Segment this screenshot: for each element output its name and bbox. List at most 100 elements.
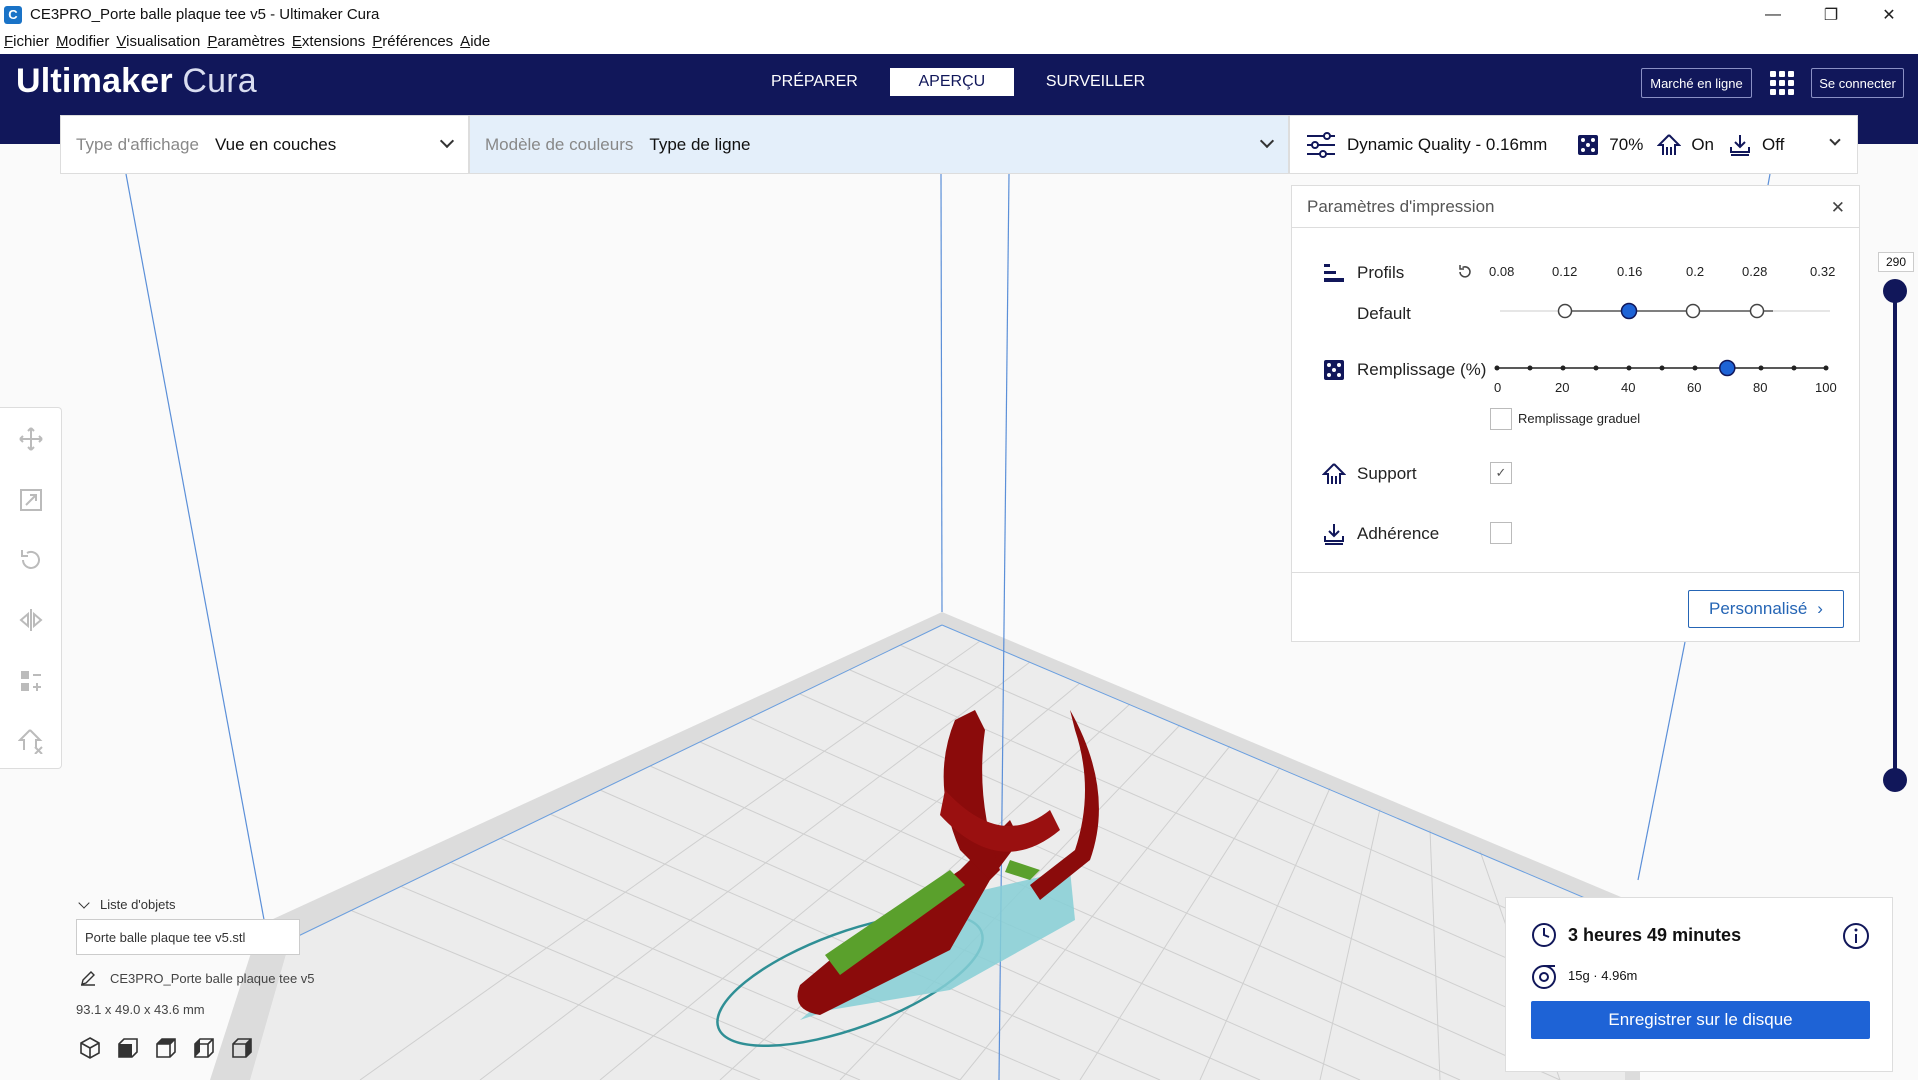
- support-summary: On: [1691, 134, 1714, 154]
- profile-name: Default: [1357, 304, 1411, 323]
- restore-button[interactable]: ❐: [1802, 0, 1860, 29]
- object-list-header[interactable]: Liste d'objets: [78, 896, 176, 912]
- color-model-value: Type de ligne: [649, 134, 751, 154]
- support-blocker-icon[interactable]: [18, 728, 44, 754]
- gradual-infill-checkbox[interactable]: [1490, 408, 1512, 430]
- menu-bar: Fichier Modifier Visualisation Paramètre…: [0, 29, 1918, 54]
- custom-settings-label: Personnalisé: [1709, 599, 1808, 618]
- tab-preparer[interactable]: PRÉPARER: [753, 68, 876, 96]
- gradual-infill-label: Remplissage graduel: [1518, 411, 1641, 426]
- pencil-icon[interactable]: [80, 970, 96, 986]
- mirror-icon[interactable]: [18, 607, 44, 633]
- adhesion-checkbox[interactable]: [1490, 522, 1512, 544]
- front-view-icon[interactable]: [116, 1036, 140, 1060]
- object-list-item[interactable]: Porte balle plaque tee v5.stl: [76, 919, 300, 955]
- layer-height-slider[interactable]: [1500, 296, 1830, 326]
- chevron-down-icon: [78, 896, 90, 909]
- check-icon: ✓: [1495, 465, 1507, 480]
- signin-button[interactable]: Se connecter: [1811, 68, 1904, 98]
- layer-height-0-16: 0.16: [1617, 264, 1643, 279]
- support-label: Support: [1357, 464, 1417, 483]
- cura-window: C CE3PRO_Porte balle plaque tee v5 - Ult…: [0, 0, 1918, 1080]
- color-model-dropdown[interactable]: Modèle de couleurs Type de ligne: [469, 115, 1289, 174]
- profiles-label: Profils: [1357, 263, 1405, 282]
- scale-icon[interactable]: [18, 487, 44, 513]
- adhesion-label: Adhérence: [1357, 524, 1440, 543]
- infill-tick-20: 20: [1555, 380, 1570, 395]
- menu-preferences[interactable]: Préférences: [372, 33, 453, 50]
- print-settings-summary[interactable]: Dynamic Quality - 0.16mm 70% On Off: [1289, 115, 1858, 174]
- window-controls: — ❐ ✕: [1744, 0, 1918, 29]
- window-title: CE3PRO_Porte balle plaque tee v5 - Ultim…: [30, 6, 380, 23]
- job-name[interactable]: CE3PRO_Porte balle plaque tee v5: [80, 970, 315, 986]
- menu-fichier[interactable]: Fichier: [4, 33, 49, 50]
- save-to-disk-button[interactable]: Enregistrer sur le disque: [1531, 1001, 1870, 1039]
- stage-tabs: PRÉPARER APERÇU SURVEILLER: [753, 68, 1177, 96]
- infill-tick-0: 0: [1494, 380, 1502, 395]
- info-icon[interactable]: [1842, 922, 1870, 950]
- close-icon[interactable]: ✕: [1831, 198, 1845, 218]
- custom-settings-button[interactable]: Personnalisé ›: [1688, 590, 1844, 628]
- profiles-icon: [1324, 264, 1344, 282]
- layer-number-input[interactable]: 290: [1878, 252, 1914, 272]
- view-type-dropdown[interactable]: Type d'affichage Vue en couches: [60, 115, 469, 174]
- cura-app-icon: C: [4, 5, 22, 24]
- infill-icon: [1324, 360, 1344, 380]
- reset-icon[interactable]: [1457, 264, 1473, 280]
- spool-icon: [1532, 965, 1556, 989]
- clock-icon: [1532, 923, 1556, 947]
- infill-tick-80: 80: [1753, 380, 1768, 395]
- layer-slider-bottom-handle[interactable]: [1883, 768, 1907, 792]
- infill-label: Remplissage (%): [1357, 360, 1487, 379]
- left-toolbar: [0, 407, 62, 769]
- support-checkbox[interactable]: ✓: [1490, 462, 1512, 484]
- object-list-title: Liste d'objets: [100, 897, 176, 912]
- support-icon: [1322, 463, 1346, 484]
- left-view-icon[interactable]: [192, 1036, 216, 1060]
- 3d-view-icon[interactable]: [78, 1036, 102, 1060]
- sliders-icon: [1307, 131, 1335, 158]
- menu-visualisation[interactable]: Visualisation: [116, 33, 200, 50]
- layer-height-0-28: 0.28: [1742, 264, 1768, 279]
- print-settings-panel: Paramètres d'impression ✕ Profils 0.08 0…: [1291, 185, 1860, 642]
- view-type-value: Vue en couches: [214, 134, 337, 154]
- adhesion-icon: [1730, 134, 1750, 156]
- menu-modifier[interactable]: Modifier: [56, 33, 109, 50]
- profile-summary: Dynamic Quality - 0.16mm: [1347, 134, 1548, 154]
- layer-slider-top-handle[interactable]: [1883, 279, 1907, 303]
- menu-aide[interactable]: Aide: [460, 33, 490, 50]
- infill-icon: [1578, 134, 1599, 155]
- infill-tick-100: 100: [1815, 380, 1837, 395]
- layer-height-0-32: 0.32: [1810, 264, 1836, 279]
- apps-grid-icon[interactable]: [1770, 71, 1794, 95]
- model-dimensions: 93.1 x 49.0 x 43.6 mm: [76, 1002, 205, 1017]
- logo-product: Cura: [182, 62, 257, 100]
- chevron-right-icon: ›: [1817, 599, 1823, 618]
- move-icon[interactable]: [18, 426, 44, 452]
- chevron-down-icon: [1829, 134, 1841, 146]
- close-window-button[interactable]: ✕: [1860, 0, 1918, 29]
- minimize-button[interactable]: —: [1744, 0, 1802, 29]
- adhesion-icon: [1324, 524, 1344, 545]
- top-view-icon[interactable]: [154, 1036, 178, 1060]
- marketplace-button[interactable]: Marché en ligne: [1641, 68, 1752, 98]
- tab-surveiller[interactable]: SURVEILLER: [1028, 68, 1163, 96]
- adhesion-summary: Off: [1762, 134, 1785, 154]
- camera-view-buttons: [78, 1036, 268, 1060]
- job-name-text: CE3PRO_Porte balle plaque tee v5: [110, 970, 315, 986]
- infill-summary: 70%: [1609, 134, 1644, 154]
- rotate-icon[interactable]: [18, 547, 44, 573]
- layer-slider-track[interactable]: [1893, 290, 1897, 780]
- layer-height-0-12: 0.12: [1552, 264, 1578, 279]
- menu-parametres[interactable]: Paramètres: [207, 33, 285, 50]
- infill-tick-40: 40: [1621, 380, 1636, 395]
- infill-slider[interactable]: [1492, 356, 1832, 380]
- right-view-icon[interactable]: [230, 1036, 254, 1060]
- print-settings-title: Paramètres d'impression: [1292, 186, 1859, 228]
- per-model-settings-icon[interactable]: [18, 668, 44, 694]
- view-type-label: Type d'affichage: [76, 134, 199, 154]
- color-model-label: Modèle de couleurs: [485, 134, 634, 154]
- layer-height-0-2: 0.2: [1686, 264, 1705, 279]
- tab-apercu[interactable]: APERÇU: [889, 68, 1014, 96]
- menu-extensions[interactable]: Extensions: [292, 33, 365, 50]
